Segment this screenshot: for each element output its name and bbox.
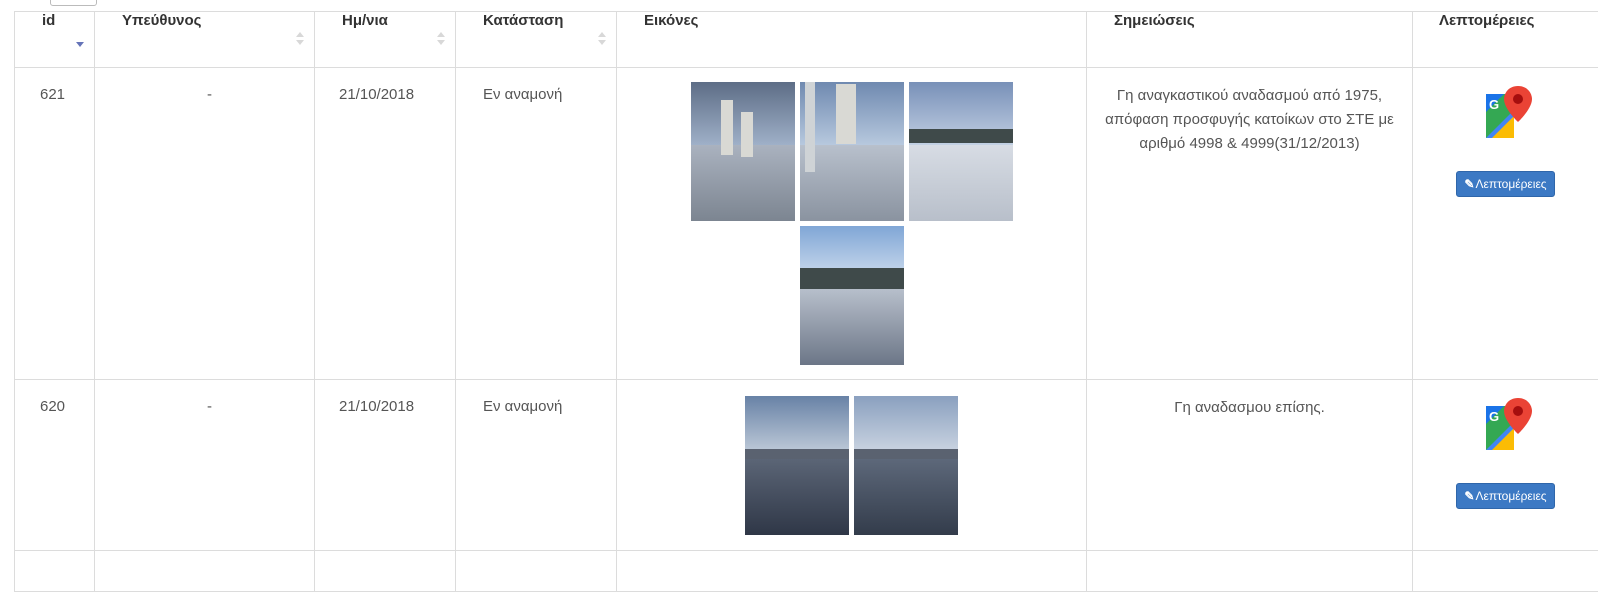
table-row: 620 - 21/10/2018 Εν αναμονή Γη αναδασμου… xyxy=(15,380,1598,551)
sort-both-icon xyxy=(437,32,445,46)
cell-date: 21/10/2018 xyxy=(315,68,456,380)
column-header-owner[interactable]: Υπεύθυνος xyxy=(95,12,315,68)
table-header-row: id Υπεύθυνος Ημ/νια Κατάσταση Εικόνες Ση… xyxy=(15,12,1598,68)
column-header-images: Εικόνες xyxy=(617,12,1087,68)
cell-status xyxy=(456,551,617,592)
photo-thumbnail[interactable] xyxy=(691,82,795,221)
cell-notes xyxy=(1087,551,1413,592)
cell-images xyxy=(617,380,1087,551)
cell-id: 621 xyxy=(15,68,95,380)
table-row xyxy=(15,551,1598,592)
column-header-status[interactable]: Κατάσταση xyxy=(456,12,617,68)
photo-thumbnail[interactable] xyxy=(800,226,904,365)
cell-date xyxy=(315,551,456,592)
column-header-details: Λεπτομέρειες xyxy=(1413,12,1598,68)
sort-both-icon xyxy=(598,32,606,46)
cell-owner: - xyxy=(95,68,315,380)
details-button[interactable]: ✎Λεπτομέρειες xyxy=(1456,171,1554,197)
edit-icon: ✎ xyxy=(1464,489,1474,503)
photo-thumbnail[interactable] xyxy=(909,82,1013,221)
sort-both-icon xyxy=(296,32,304,46)
details-button[interactable]: ✎Λεπτομέρειες xyxy=(1456,483,1554,509)
page-length-control xyxy=(0,0,1598,8)
cell-date: 21/10/2018 xyxy=(315,380,456,551)
cell-id xyxy=(15,551,95,592)
reports-table: id Υπεύθυνος Ημ/νια Κατάσταση Εικόνες Ση… xyxy=(14,11,1598,592)
page-length-select[interactable] xyxy=(50,0,97,6)
cell-images xyxy=(617,68,1087,380)
column-header-date[interactable]: Ημ/νια xyxy=(315,12,456,68)
svg-text:G: G xyxy=(1489,97,1499,112)
column-header-notes: Σημειώσεις xyxy=(1087,12,1413,68)
cell-details xyxy=(1413,551,1598,592)
cell-notes: Γη αναγκαστικού αναδασμού από 1975, απόφ… xyxy=(1087,68,1413,380)
google-maps-icon[interactable]: G xyxy=(1474,394,1538,458)
table-row: 621 - 21/10/2018 Εν αναμονή Γη αναγκαστι… xyxy=(15,68,1598,380)
cell-id: 620 xyxy=(15,380,95,551)
google-maps-icon[interactable]: G xyxy=(1474,82,1538,146)
cell-images xyxy=(617,551,1087,592)
cell-owner xyxy=(95,551,315,592)
photo-thumbnail[interactable] xyxy=(800,82,904,221)
cell-owner: - xyxy=(95,380,315,551)
edit-icon: ✎ xyxy=(1464,177,1474,191)
cell-status: Εν αναμονή xyxy=(456,380,617,551)
cell-details: G ✎Λεπτομέρειες xyxy=(1413,380,1598,551)
photo-thumbnail[interactable] xyxy=(854,396,958,535)
cell-details: G ✎Λεπτομέρειες xyxy=(1413,68,1598,380)
svg-text:G: G xyxy=(1489,409,1499,424)
sort-desc-icon xyxy=(76,32,84,46)
photo-thumbnail[interactable] xyxy=(745,396,849,535)
cell-notes: Γη αναδασμου επίσης. xyxy=(1087,380,1413,551)
column-header-id[interactable]: id xyxy=(15,12,95,68)
cell-status: Εν αναμονή xyxy=(456,68,617,380)
